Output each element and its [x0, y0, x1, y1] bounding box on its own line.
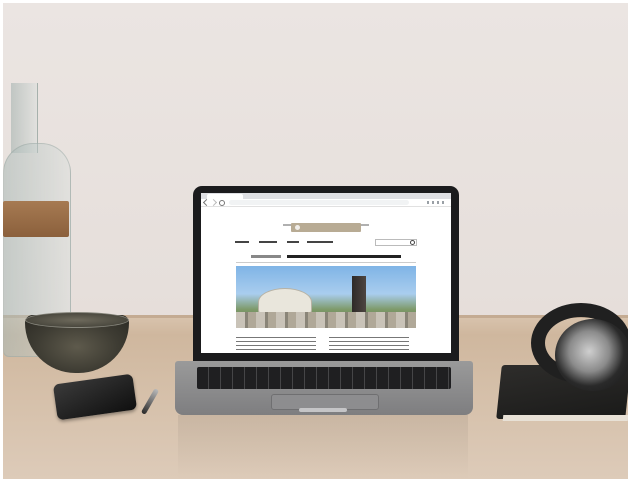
address-bar[interactable] [229, 200, 409, 205]
menu-item[interactable] [307, 241, 333, 243]
vase-cork-band [3, 201, 69, 237]
article-divider [236, 262, 416, 263]
site-top-links [201, 213, 451, 226]
site-main-menu [201, 239, 451, 246]
laptop-keyboard [197, 367, 451, 389]
photo-scene [3, 3, 628, 479]
laptop-screen [201, 193, 451, 353]
browser-toolbar [201, 198, 451, 207]
menu-dots-icon[interactable] [427, 201, 447, 204]
search-icon[interactable] [410, 240, 415, 245]
menu-item[interactable] [235, 241, 249, 243]
notebook-pages [502, 415, 628, 421]
city-blocks [236, 312, 416, 328]
laptop-opening-notch [299, 408, 347, 412]
menu-item[interactable] [259, 241, 277, 243]
article-text-column-left [236, 337, 316, 351]
article-hero-image [236, 266, 416, 328]
desk-reflection [178, 415, 468, 479]
reload-icon[interactable] [219, 200, 225, 206]
menu-item[interactable] [287, 241, 299, 243]
glass-bowl-rim [25, 312, 129, 328]
article-breadcrumb [251, 255, 401, 258]
logo-icon[interactable] [291, 223, 361, 232]
article-text-column-right [329, 337, 409, 351]
forward-icon[interactable] [209, 198, 218, 207]
headphones-earcup [555, 319, 628, 391]
